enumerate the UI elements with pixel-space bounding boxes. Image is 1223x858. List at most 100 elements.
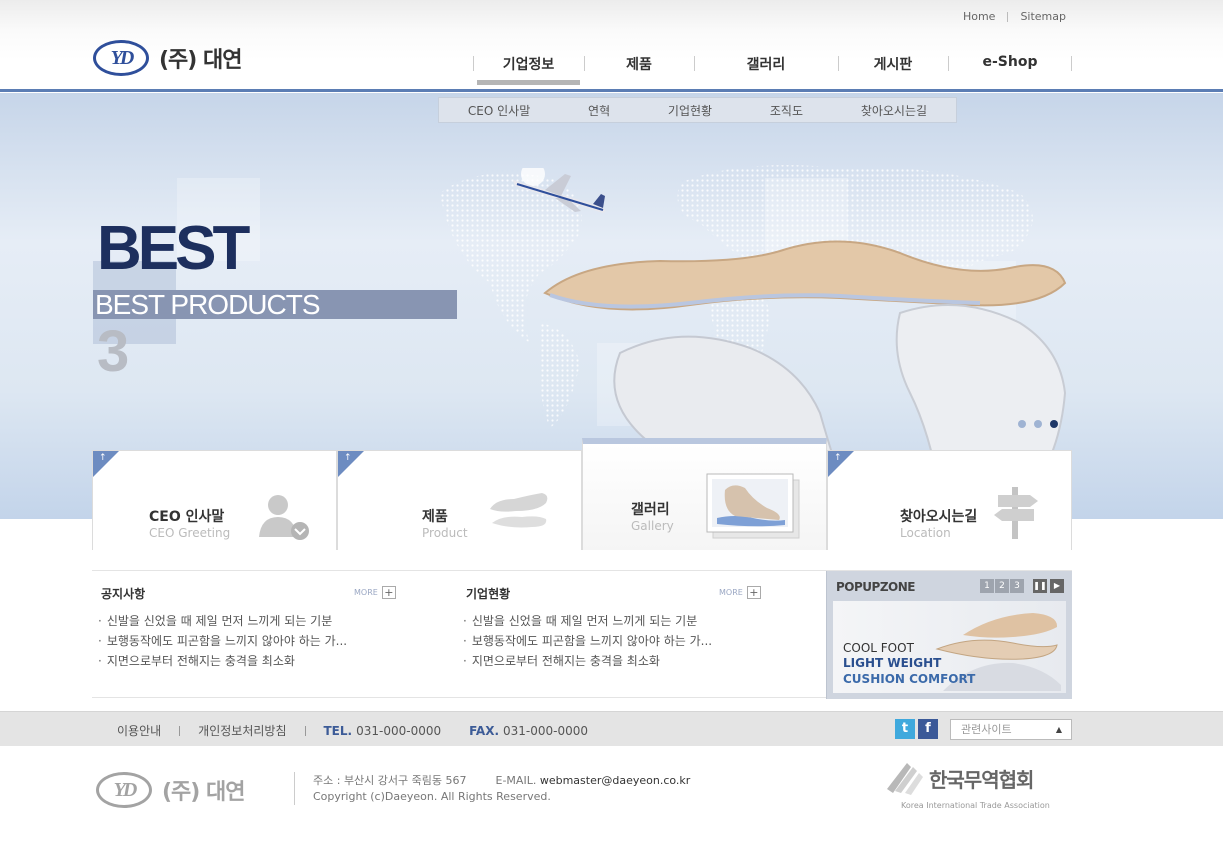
sitemap-link[interactable]: Sitemap	[1020, 10, 1066, 23]
list-item[interactable]: 보행동작에도 피곤함을 느끼지 않아야 하는 가...	[98, 631, 347, 651]
logo[interactable]: YD (주) 대연	[93, 40, 242, 76]
footer-bar: 이용안내 개인정보처리방침 TEL. 031-000-0000 FAX. 031…	[0, 711, 1223, 746]
header: Home Sitemap YD (주) 대연 기업정보 제품 갤러리 게시판 e-…	[0, 0, 1223, 92]
dropdown-arrow-icon: ▲	[1055, 725, 1062, 734]
signpost-icon	[994, 487, 1038, 539]
related-sites-label: 관련사이트	[961, 723, 1012, 736]
popup-banner[interactable]: COOL FOOT LIGHT WEIGHT CUSHION COMFORT	[833, 601, 1066, 693]
subnav-org[interactable]: 조직도	[770, 102, 803, 119]
twitter-icon[interactable]: t	[895, 719, 915, 739]
company-list: 신발을 신었을 때 제일 먼저 느끼게 되는 기분 보행동작에도 피곤함을 느끼…	[463, 611, 712, 671]
nav-label: 게시판	[873, 57, 913, 73]
subnav-location[interactable]: 찾아오시는길	[861, 102, 927, 119]
logo-mark: YD	[113, 778, 138, 801]
more-button[interactable]: MORE +	[719, 586, 761, 599]
nav-label: 기업정보	[502, 57, 555, 73]
main-nav: 기업정보 제품 갤러리 게시판 e-Shop	[473, 50, 1072, 85]
terms-link[interactable]: 이용안내	[117, 722, 161, 739]
nav-item-products[interactable]: 제품	[584, 50, 694, 85]
foot-photo-icon	[706, 473, 800, 539]
slide-indicator	[1018, 420, 1058, 428]
more-button[interactable]: MORE +	[354, 586, 396, 599]
hero-number: 3	[97, 319, 130, 384]
plus-icon: +	[746, 586, 761, 599]
nav-label: e-Shop	[982, 54, 1038, 70]
nav-item-board[interactable]: 게시판	[838, 50, 948, 85]
nav-item-company[interactable]: 기업정보	[473, 50, 584, 85]
quick-product[interactable]: ↑ 제품 Product	[337, 450, 582, 550]
quick-subtitle: Location	[900, 526, 951, 540]
footer-logo: YD (주) 대연	[96, 772, 245, 808]
popup-page-3[interactable]: 3	[1010, 579, 1024, 593]
kita-logo[interactable]: 한국무역협회 Korea International Trade Associa…	[885, 759, 1065, 814]
logo-text: (주) 대연	[159, 48, 242, 73]
kita-mark-icon	[887, 763, 923, 795]
address-line: 주소 : 부산시 강서구 죽림동 567 E-MAIL. webmaster@d…	[313, 773, 690, 789]
quick-title: CEO 인사말	[149, 509, 225, 525]
footer: YD (주) 대연 주소 : 부산시 강서구 죽림동 567 E-MAIL. w…	[0, 747, 1223, 858]
related-sites-select[interactable]: 관련사이트 ▲	[950, 719, 1072, 740]
next-icon[interactable]: ▶	[1050, 579, 1064, 593]
facebook-icon[interactable]: f	[918, 719, 938, 739]
list-item[interactable]: 지면으로부터 전해지는 충격을 최소화	[463, 651, 712, 671]
quick-title: 제품	[422, 509, 448, 525]
slide-dot-3[interactable]	[1050, 420, 1058, 428]
quick-subtitle: CEO Greeting	[149, 526, 231, 540]
nav-item-eshop[interactable]: e-Shop	[948, 50, 1072, 85]
airplane-icon	[513, 168, 606, 213]
email-label: E-MAIL.	[495, 774, 537, 787]
slide-dot-2[interactable]	[1034, 420, 1042, 428]
popup-page-2[interactable]: 2	[995, 579, 1009, 593]
list-item[interactable]: 보행동작에도 피곤함을 느끼지 않아야 하는 가...	[463, 631, 712, 651]
list-item[interactable]: 신발을 신었을 때 제일 먼저 느끼게 되는 기분	[463, 611, 712, 631]
popup-title: POPUPZONE	[836, 580, 915, 594]
divider	[179, 725, 181, 736]
corner-arrow-icon: ↑	[93, 451, 119, 477]
kita-english-name: Korea International Trade Association	[901, 801, 1050, 810]
logo-text: (주) 대연	[162, 780, 245, 805]
kita-name: 한국무역협회	[929, 768, 1034, 792]
address: 주소 : 부산시 강서구 죽림동 567	[313, 774, 467, 787]
more-label: MORE	[719, 588, 743, 597]
sub-nav: CEO 인사말 연혁 기업현황 조직도 찾아오시는길	[438, 97, 957, 123]
email-link[interactable]: webmaster@daeyeon.co.kr	[540, 774, 690, 787]
quick-gallery[interactable]: 갤러리 Gallery	[582, 438, 827, 550]
subnav-history[interactable]: 연혁	[588, 102, 610, 119]
popup-controls: ❚❚ ▶	[1033, 579, 1064, 593]
list-item[interactable]: 신발을 신었을 때 제일 먼저 느끼게 되는 기분	[98, 611, 347, 631]
popup-pagination: 1 2 3	[980, 579, 1024, 593]
popup-zone: POPUPZONE 1 2 3 ❚❚ ▶ COOL FOOT LIGHT WEI…	[826, 571, 1072, 699]
person-icon	[259, 495, 309, 540]
fax-label: FAX.	[469, 723, 500, 738]
divider	[304, 725, 306, 736]
boards-section: 공지사항 MORE+ 신발을 신었을 때 제일 먼저 느끼게 되는 기분 보행동…	[92, 570, 1072, 699]
corner-arrow-icon: ↑	[338, 451, 364, 477]
subnav-status[interactable]: 기업현황	[668, 102, 712, 119]
tel-label: TEL.	[323, 723, 353, 738]
quick-ceo[interactable]: ↑ CEO 인사말 CEO Greeting	[92, 450, 337, 550]
fax-number: 031-000-0000	[503, 723, 589, 738]
privacy-link[interactable]: 개인정보처리방침	[198, 722, 286, 739]
quick-title: 갤러리	[631, 502, 670, 518]
pause-icon[interactable]: ❚❚	[1033, 579, 1047, 593]
hero-headline: BEST	[97, 214, 250, 283]
banner-line-2: LIGHT WEIGHT	[843, 656, 942, 670]
quick-location[interactable]: ↑ 찾아오시는길 Location	[827, 450, 1072, 550]
hero-subline: BEST PRODUCTS	[93, 290, 457, 319]
quick-subtitle: Product	[422, 526, 468, 540]
tel-number: 031-000-0000	[356, 723, 442, 738]
utility-links: Home Sitemap	[963, 10, 1066, 23]
logo-mark: YD	[110, 46, 135, 69]
popup-page-1[interactable]: 1	[980, 579, 994, 593]
nav-label: 제품	[626, 57, 652, 73]
home-link[interactable]: Home	[963, 10, 995, 23]
slide-dot-1[interactable]	[1018, 420, 1026, 428]
subnav-ceo[interactable]: CEO 인사말	[468, 102, 530, 119]
banner-line-1: COOL FOOT	[843, 641, 914, 655]
active-indicator	[477, 80, 580, 85]
board-title: 공지사항	[101, 587, 146, 601]
list-item[interactable]: 지면으로부터 전해지는 충격을 최소화	[98, 651, 347, 671]
banner-line-3: CUSHION COMFORT	[843, 672, 976, 686]
board-title: 기업현황	[466, 587, 511, 601]
nav-item-gallery[interactable]: 갤러리	[694, 50, 838, 85]
